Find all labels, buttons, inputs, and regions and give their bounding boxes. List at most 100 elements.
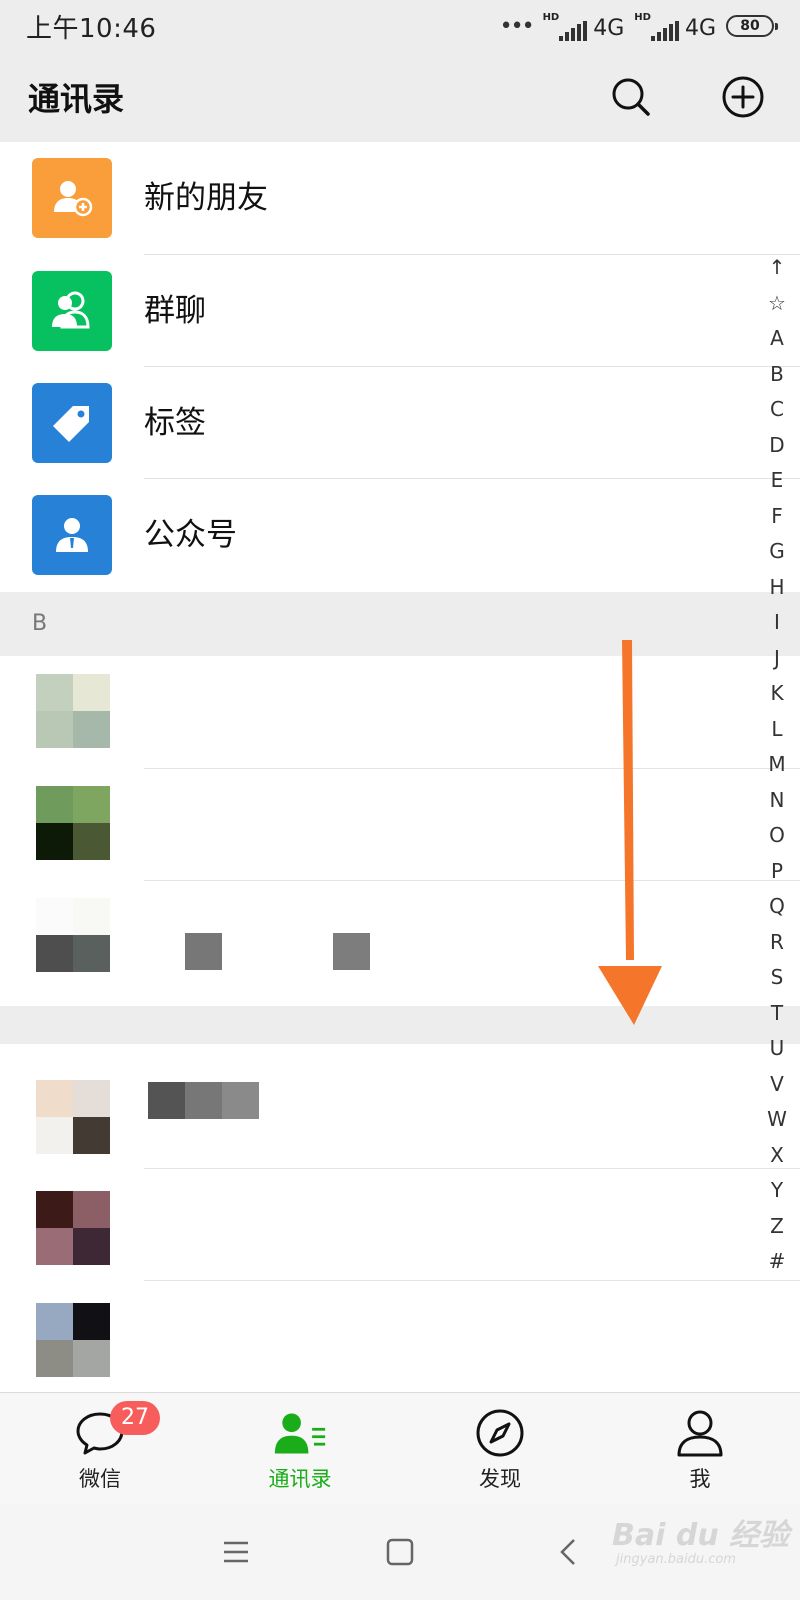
- index-letter[interactable]: W: [760, 1102, 794, 1138]
- index-letter[interactable]: ☆: [760, 286, 794, 322]
- section-header-b: B: [0, 592, 800, 656]
- index-letter[interactable]: ↑: [760, 250, 794, 286]
- compass-icon: [473, 1407, 527, 1459]
- avatar: [36, 786, 110, 860]
- divider: [144, 1280, 800, 1281]
- signal-bars-icon: [650, 20, 679, 41]
- official-account-icon: [32, 495, 112, 575]
- person-icon: [673, 1407, 727, 1459]
- index-letter[interactable]: C: [760, 392, 794, 428]
- index-letter[interactable]: Z: [760, 1209, 794, 1245]
- watermark-main: Bai du 经验: [612, 1518, 790, 1553]
- obscured-name: [185, 933, 222, 970]
- hd-label: HD: [542, 11, 560, 23]
- index-letter[interactable]: R: [760, 925, 794, 961]
- tab-chats[interactable]: 微信 27: [0, 1393, 200, 1504]
- bottom-tab-bar: 微信 27 通讯录 发现 我: [0, 1392, 800, 1504]
- contact-row[interactable]: [0, 880, 800, 992]
- index-letter[interactable]: F: [760, 499, 794, 535]
- status-time: 上午10:46: [26, 13, 157, 44]
- tab-label: 通讯录: [268, 1467, 332, 1491]
- baidu-jingyan-watermark: Bai du 经验 jingyan.baidu.com: [612, 1510, 792, 1590]
- signal-bars-icon: [559, 20, 588, 41]
- tab-me[interactable]: 我: [600, 1393, 800, 1504]
- index-letter[interactable]: K: [760, 676, 794, 712]
- avatar: [36, 1080, 110, 1154]
- hd-label: HD: [634, 11, 651, 23]
- index-letter[interactable]: A: [760, 321, 794, 357]
- index-letter[interactable]: Q: [760, 889, 794, 925]
- down-arrow-annotation: [590, 640, 670, 1030]
- entry-label: 标签: [144, 405, 206, 441]
- index-letter[interactable]: #: [760, 1244, 794, 1280]
- index-letter[interactable]: E: [760, 463, 794, 499]
- index-letter[interactable]: S: [760, 960, 794, 996]
- watermark-sub: jingyan.baidu.com: [616, 1552, 736, 1567]
- alphabet-index-bar[interactable]: ↑ ☆ A B C D E F G H I J K L M N O P Q R S T U V W X Y Z #: [760, 250, 794, 1280]
- index-letter[interactable]: J: [760, 641, 794, 677]
- contact-row[interactable]: [0, 656, 800, 768]
- group-chat-entry[interactable]: 群聊: [0, 255, 800, 367]
- home-icon[interactable]: [382, 1534, 418, 1570]
- index-letter[interactable]: Y: [760, 1173, 794, 1209]
- avatar: [36, 674, 110, 748]
- group-chat-icon: [32, 271, 112, 351]
- contact-row[interactable]: [0, 768, 800, 880]
- tags-entry[interactable]: 标签: [0, 367, 800, 479]
- page-title: 通讯录: [28, 80, 125, 118]
- menu-icon[interactable]: [218, 1534, 254, 1570]
- status-bar: 上午10:46 ••• HD 4G HD 4G 80: [0, 0, 800, 52]
- tab-label: 发现: [479, 1467, 521, 1491]
- avatar: [36, 898, 110, 972]
- tab-label: 微信: [79, 1467, 121, 1491]
- divider: [144, 1168, 800, 1169]
- index-letter[interactable]: P: [760, 854, 794, 890]
- entry-label: 公众号: [144, 517, 237, 553]
- index-letter[interactable]: T: [760, 996, 794, 1032]
- tag-icon: [32, 383, 112, 463]
- section-header: [0, 1006, 800, 1044]
- index-letter[interactable]: I: [760, 605, 794, 641]
- tab-label: 我: [689, 1467, 711, 1491]
- obscured-name: [148, 1082, 185, 1119]
- network-type: 4G: [593, 15, 625, 41]
- index-letter[interactable]: M: [760, 747, 794, 783]
- index-letter[interactable]: N: [760, 783, 794, 819]
- network-type: 4G: [684, 15, 716, 41]
- obscured-name: [185, 1082, 222, 1119]
- contacts-icon: [273, 1407, 327, 1459]
- tab-discover[interactable]: 发现: [400, 1393, 600, 1504]
- index-letter[interactable]: L: [760, 712, 794, 748]
- back-icon[interactable]: [552, 1534, 588, 1570]
- avatar: [36, 1191, 110, 1265]
- tab-contacts[interactable]: 通讯录: [200, 1393, 400, 1504]
- avatar: [36, 1303, 110, 1377]
- battery-indicator: 80: [726, 15, 778, 37]
- index-letter[interactable]: U: [760, 1031, 794, 1067]
- contact-row[interactable]: [0, 1173, 800, 1285]
- notification-dots: •••: [499, 13, 535, 39]
- contact-row[interactable]: [0, 1285, 800, 1397]
- obscured-name: [222, 1082, 259, 1119]
- official-accounts-entry[interactable]: 公众号: [0, 479, 800, 591]
- index-letter[interactable]: X: [760, 1138, 794, 1174]
- entry-label: 新的朋友: [144, 180, 268, 216]
- title-bar: 通讯录: [0, 52, 800, 142]
- index-letter[interactable]: B: [760, 357, 794, 393]
- index-letter[interactable]: O: [760, 818, 794, 854]
- signal-indicator-2: HD 4G: [634, 12, 716, 41]
- status-indicators: ••• HD 4G HD 4G 80: [499, 11, 778, 41]
- unread-badge: 27: [110, 1401, 160, 1435]
- index-letter[interactable]: D: [760, 428, 794, 464]
- entry-label: 群聊: [144, 293, 206, 329]
- obscured-name: [333, 933, 370, 970]
- contact-row[interactable]: [0, 1062, 800, 1174]
- search-icon[interactable]: [608, 74, 654, 120]
- plus-circle-icon[interactable]: [720, 74, 766, 120]
- signal-indicator-1: HD 4G: [542, 11, 625, 41]
- index-letter[interactable]: G: [760, 534, 794, 570]
- index-letter[interactable]: H: [760, 570, 794, 606]
- add-friend-icon: [32, 158, 112, 238]
- new-friends-entry[interactable]: 新的朋友: [0, 142, 800, 254]
- index-letter[interactable]: V: [760, 1067, 794, 1103]
